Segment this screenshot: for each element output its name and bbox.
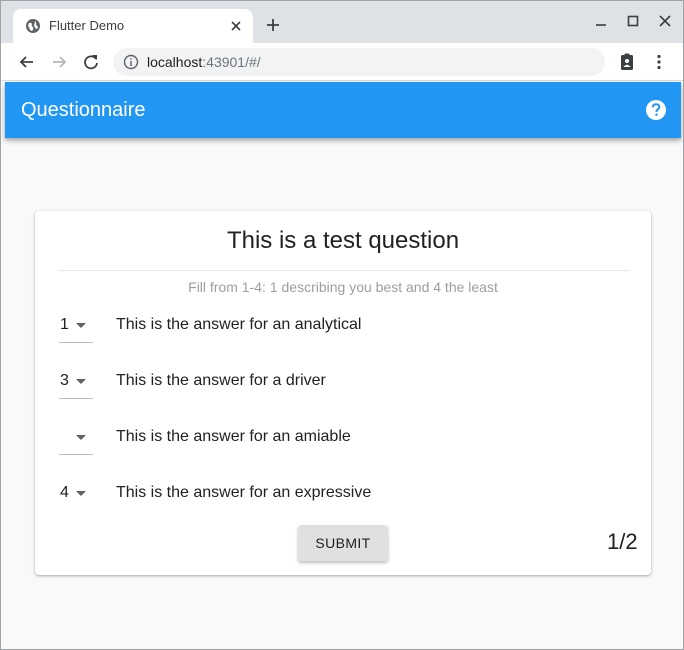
dropdown-arrow-icon [76,435,86,440]
reload-icon[interactable] [81,52,101,72]
app-bar: Questionnaire [5,82,681,138]
answer-row: This is the answer for an amiable [59,425,619,459]
question-title: This is a test question [226,227,460,254]
info-icon[interactable] [123,54,139,70]
rank-value: 1 [60,316,69,333]
page-indicator: 1/2 [607,529,638,554]
tab-strip: Flutter Demo [1,1,683,43]
url-text[interactable]: localhost:43901/#/ [147,54,261,70]
browser-toolbar: localhost:43901/#/ [1,43,683,81]
answer-text: This is the answer for a driver [116,372,326,389]
new-tab-icon[interactable] [265,17,281,33]
app-title: Questionnaire [21,99,146,121]
tab-title: Flutter Demo [49,18,125,33]
help-circle-icon[interactable] [645,99,667,121]
question-card: This is a test question Fill from 1-4: 1… [35,211,651,575]
url-path: :43901/#/ [202,54,261,70]
dropdown-arrow-icon [76,323,86,328]
kebab-menu-icon[interactable] [649,52,669,72]
question-hint: Fill from 1-4: 1 describing you best and… [188,279,498,295]
browser-tab[interactable]: Flutter Demo [13,9,253,43]
rank-dropdown[interactable]: 3 [59,369,93,399]
title-divider [59,270,629,271]
rank-dropdown[interactable]: 4 [59,481,93,511]
rank-value: 3 [60,372,69,389]
address-bar[interactable]: localhost:43901/#/ [113,48,605,76]
rank-value: 4 [60,484,69,501]
answer-text: This is the answer for an analytical [116,316,362,333]
window-close-icon[interactable] [657,13,673,29]
url-host: localhost [147,54,203,70]
dropdown-arrow-icon [76,379,86,384]
browser-window: Flutter Demo localhost:43901/#/ Question… [0,0,684,650]
rank-dropdown[interactable]: 1 [59,313,93,343]
clipboard-person-icon[interactable] [617,52,637,72]
maximize-icon[interactable] [625,13,641,29]
close-icon[interactable] [229,19,243,33]
minimize-icon[interactable] [593,13,609,29]
answer-text: This is the answer for an amiable [116,428,351,445]
back-arrow-icon[interactable] [17,52,37,72]
answer-row: 3 This is the answer for a driver [59,369,619,403]
dropdown-arrow-icon [76,491,86,496]
globe-icon [26,19,40,33]
answer-text: This is the answer for an expressive [116,484,372,501]
submit-button[interactable]: SUBMIT [298,525,388,561]
rank-dropdown[interactable] [59,425,93,455]
answer-row: 1 This is the answer for an analytical [59,313,619,347]
forward-arrow-icon[interactable] [49,52,69,72]
answer-row: 4 This is the answer for an expressive [59,481,619,515]
